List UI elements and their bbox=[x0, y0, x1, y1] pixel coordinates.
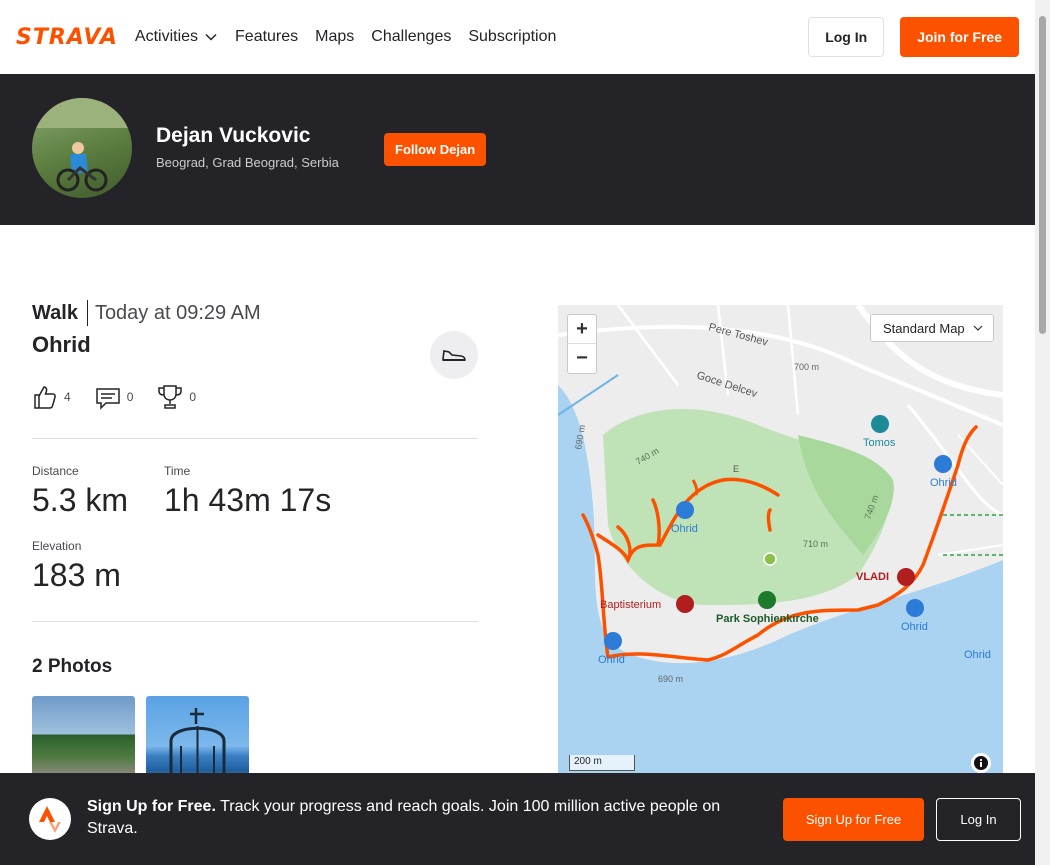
avatar[interactable] bbox=[32, 98, 132, 198]
activity-header: Walk Today at 09:29 AM bbox=[32, 300, 261, 326]
elevation-value: 183 m bbox=[32, 557, 121, 593]
athlete-location: Beograd, Grad Beograd, Serbia bbox=[156, 155, 339, 170]
map-label-e: E bbox=[733, 464, 739, 474]
map-label-700: 700 m bbox=[794, 362, 819, 372]
map-label-vladi: VLADI bbox=[856, 571, 889, 583]
nav-maps[interactable]: Maps bbox=[315, 28, 354, 46]
map-scale: 200 m bbox=[569, 755, 635, 771]
map-label-baptisterium: Baptisterium bbox=[600, 599, 661, 611]
social-stats: 4 0 0 bbox=[32, 384, 220, 410]
kudos[interactable]: 4 bbox=[32, 384, 71, 410]
map-label-ohrid-1: Ohrid bbox=[930, 477, 957, 489]
activity-type: Walk bbox=[32, 301, 78, 324]
follow-button[interactable]: Follow Dejan bbox=[384, 133, 487, 166]
gear-shoe-button[interactable] bbox=[430, 331, 478, 379]
chevron-down-icon bbox=[205, 33, 217, 41]
map-label-690b: 690 m bbox=[658, 674, 683, 684]
map-info-button[interactable] bbox=[971, 753, 991, 773]
map-style-label: Standard Map bbox=[883, 320, 965, 336]
strava-logo[interactable]: STRAVA bbox=[16, 25, 118, 50]
banner-login-button[interactable]: Log In bbox=[936, 798, 1021, 841]
photos-title: 2 Photos bbox=[32, 656, 113, 677]
achievements[interactable]: 0 bbox=[157, 384, 196, 410]
map-label-710: 710 m bbox=[803, 539, 828, 549]
zoom-controls: + − bbox=[567, 314, 597, 374]
activity-title: Ohrid bbox=[32, 332, 91, 357]
banner-bold: Sign Up for Free. bbox=[87, 798, 216, 815]
signup-banner: Sign Up for Free. Track your progress an… bbox=[0, 773, 1035, 865]
avatar-photo bbox=[32, 98, 132, 192]
banner-message: Sign Up for Free. Track your progress an… bbox=[87, 796, 747, 840]
chevron-down-icon bbox=[973, 325, 983, 331]
map-label-ohrid-2: Ohrid bbox=[671, 523, 698, 535]
map-label-goce: Goce Delcev bbox=[695, 369, 759, 400]
comment-icon bbox=[95, 388, 120, 410]
login-button[interactable]: Log In bbox=[808, 17, 885, 57]
nav-activities-label: Activities bbox=[134, 28, 199, 45]
nav-subscription[interactable]: Subscription bbox=[468, 28, 556, 46]
join-button[interactable]: Join for Free bbox=[900, 17, 1019, 57]
athlete-name[interactable]: Dejan Vuckovic bbox=[156, 124, 310, 148]
kudos-count: 4 bbox=[64, 390, 71, 404]
thumbs-up-icon bbox=[34, 386, 56, 409]
time-label: Time bbox=[164, 464, 191, 478]
map-style-select[interactable]: Standard Map bbox=[870, 314, 994, 342]
map-label-ohrid-4: Ohrid bbox=[598, 654, 625, 666]
route-map[interactable]: Pere Toshev Goce Delcev 700 m 690 m 690 … bbox=[558, 305, 1003, 775]
comment-count: 0 bbox=[126, 390, 134, 404]
scrollbar-thumb[interactable] bbox=[1039, 16, 1046, 334]
comments[interactable]: 0 bbox=[95, 384, 134, 410]
nav-challenges[interactable]: Challenges bbox=[371, 28, 451, 46]
top-nav: STRAVA Activities Features Maps Challeng… bbox=[0, 0, 1035, 74]
distance-value: 5.3 km bbox=[32, 482, 129, 518]
athlete-header: Dejan Vuckovic Beograd, Grad Beograd, Se… bbox=[0, 74, 1035, 225]
stats-divider-bottom bbox=[32, 621, 478, 622]
zoom-out-button[interactable]: − bbox=[568, 344, 596, 373]
distance-label: Distance bbox=[32, 464, 79, 478]
divider bbox=[86, 300, 88, 326]
activity-time: Today at 09:29 AM bbox=[94, 301, 261, 324]
nav-activities[interactable]: Activities bbox=[135, 28, 218, 46]
map-label-pere: Pere Toshev bbox=[707, 321, 769, 348]
map-canvas[interactable]: Pere Toshev Goce Delcev 700 m 690 m 690 … bbox=[558, 305, 1003, 775]
map-label-tomos: Tomos bbox=[863, 437, 896, 449]
elevation-label: Elevation bbox=[32, 539, 82, 553]
signup-button[interactable]: Sign Up for Free bbox=[783, 798, 924, 841]
achievement-count: 0 bbox=[189, 390, 197, 404]
time-value: 1h 43m 17s bbox=[164, 482, 332, 518]
map-label-park: Park Sophienkirche bbox=[716, 613, 819, 625]
trophy-icon bbox=[158, 385, 183, 409]
info-icon bbox=[974, 756, 988, 770]
strava-icon bbox=[29, 798, 71, 840]
map-label-ohrid-5: Ohrid bbox=[964, 649, 991, 661]
map-label-ohrid-3: Ohrid bbox=[901, 621, 928, 633]
shoe-icon bbox=[442, 350, 466, 361]
nav-features[interactable]: Features bbox=[235, 28, 298, 46]
page-scrollbar[interactable] bbox=[1035, 0, 1050, 865]
zoom-in-button[interactable]: + bbox=[568, 315, 596, 344]
stats-divider-top bbox=[32, 438, 478, 439]
